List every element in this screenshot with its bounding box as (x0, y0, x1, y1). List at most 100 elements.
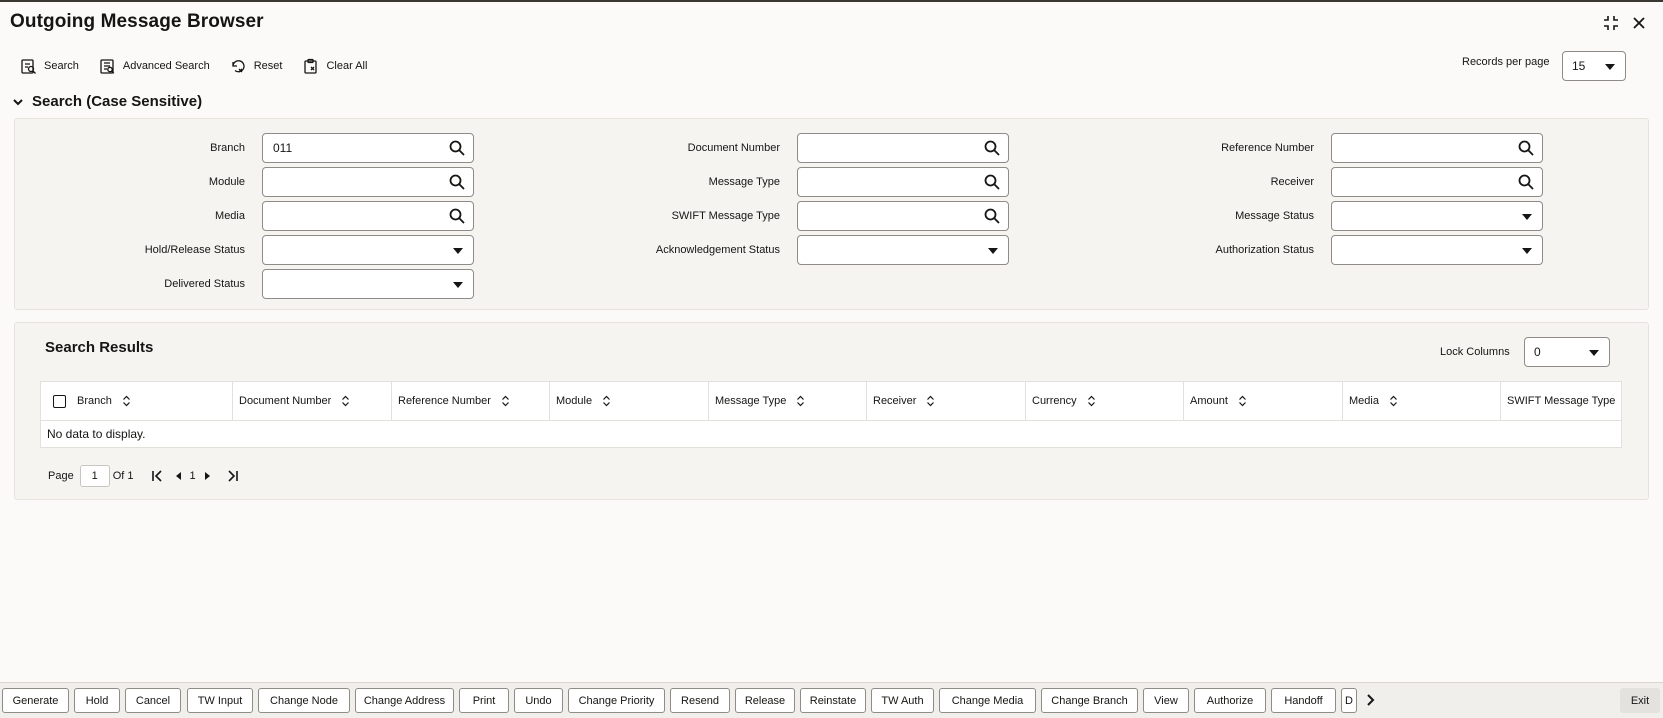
message-type-input[interactable] (797, 167, 1009, 197)
message-status-select[interactable] (1331, 201, 1543, 231)
acknowledgement-status-label: Acknowledgement Status (655, 244, 780, 256)
acknowledgement-status-select[interactable] (797, 235, 1009, 265)
results-empty-row: No data to display. (40, 421, 1622, 448)
release-button[interactable]: Release (735, 688, 795, 713)
swift-message-type-input[interactable] (797, 201, 1009, 231)
column-header-currency[interactable]: Currency (1026, 382, 1184, 420)
change-branch-button[interactable]: Change Branch (1041, 688, 1138, 713)
chevron-down-icon (1522, 214, 1532, 220)
column-header-label: Message Type (715, 395, 787, 407)
document-number-label: Document Number (687, 142, 780, 154)
chevron-right-icon[interactable] (1362, 692, 1378, 708)
column-header-message-type[interactable]: Message Type (709, 382, 867, 420)
change-priority-button[interactable]: Change Priority (568, 688, 665, 713)
column-header-branch[interactable]: Branch (71, 382, 233, 420)
search-section-toggle[interactable]: Search (Case Sensitive) (12, 93, 202, 110)
resend-button[interactable]: Resend (670, 688, 730, 713)
search-icon[interactable] (1518, 174, 1534, 190)
hold-button[interactable]: Hold (74, 688, 120, 713)
lock-columns-select[interactable]: 0 (1524, 337, 1610, 367)
undo-button[interactable]: Undo (514, 688, 563, 713)
lock-columns-value: 0 (1534, 345, 1541, 359)
next-page-icon[interactable] (200, 469, 214, 483)
change-address-button[interactable]: Change Address (355, 688, 454, 713)
media-input[interactable] (262, 201, 474, 231)
records-per-page-select[interactable]: 15 (1562, 51, 1626, 81)
branch-label: Branch (210, 142, 245, 154)
clear-all-button[interactable]: Clear All (302, 58, 367, 75)
advanced-search-button-label: Advanced Search (122, 60, 210, 72)
pagination: Page 1 Of 1 1 (48, 465, 244, 487)
delivered-status-select[interactable] (262, 269, 474, 299)
view-button[interactable]: View (1143, 688, 1189, 713)
authorization-status-label: Authorization Status (1215, 244, 1314, 256)
handoff-button[interactable]: Handoff (1271, 688, 1336, 713)
column-header-amount[interactable]: Amount (1184, 382, 1343, 420)
authorize-button[interactable]: Authorize (1194, 688, 1266, 713)
column-header-receiver[interactable]: Receiver (867, 382, 1026, 420)
search-icon[interactable] (449, 174, 465, 190)
reference-number-input[interactable] (1331, 133, 1543, 163)
reset-button[interactable]: Reset (230, 58, 283, 75)
chevron-down-icon (13, 98, 23, 105)
column-header-document-number[interactable]: Document Number (233, 382, 392, 420)
chevron-down-icon (1589, 350, 1599, 356)
maximize-icon[interactable] (1600, 12, 1622, 34)
exit-button[interactable]: Exit (1620, 688, 1660, 713)
search-section-title: Search (Case Sensitive) (32, 93, 203, 110)
media-label: Media (215, 210, 245, 222)
column-header-label: Branch (77, 395, 112, 407)
delivered-status-label: Delivered Status (164, 278, 245, 290)
select-all-checkbox[interactable] (53, 394, 66, 408)
print-button[interactable]: Print (459, 688, 509, 713)
column-header-label: SWIFT Message Type (1507, 395, 1616, 407)
first-page-icon[interactable] (150, 469, 164, 483)
close-icon[interactable] (1628, 12, 1650, 34)
column-header-swift-message-type[interactable]: SWIFT Message Type (1501, 382, 1621, 420)
column-header-media[interactable]: Media (1343, 382, 1501, 420)
change-node-button[interactable]: Change Node (258, 688, 350, 713)
last-page-icon[interactable] (226, 469, 240, 483)
page-title: Outgoing Message Browser (10, 11, 264, 32)
generate-button[interactable]: Generate (2, 688, 69, 713)
search-icon[interactable] (984, 174, 1000, 190)
chevron-down-icon (453, 282, 463, 288)
column-header-label: Amount (1190, 395, 1228, 407)
column-header-label: Receiver (873, 395, 917, 407)
tw-auth-button[interactable]: TW Auth (871, 688, 934, 713)
module-input[interactable] (262, 167, 474, 197)
search-icon[interactable] (984, 140, 1000, 156)
reinstate-button[interactable]: Reinstate (800, 688, 866, 713)
sort-icon (797, 395, 805, 407)
advanced-search-button[interactable]: Advanced Search (99, 58, 210, 75)
change-media-button[interactable]: Change Media (939, 688, 1036, 713)
branch-input[interactable]: 011 (262, 133, 474, 163)
search-icon[interactable] (984, 208, 1000, 224)
truncated-action-button[interactable]: D (1341, 688, 1357, 713)
sort-icon (502, 395, 509, 407)
reset-button-label: Reset (253, 60, 283, 72)
message-type-label: Message Type (708, 176, 780, 188)
tw-input-button[interactable]: TW Input (187, 688, 253, 713)
receiver-input[interactable] (1331, 167, 1543, 197)
column-header-label: Media (1349, 395, 1379, 407)
sort-icon (342, 395, 350, 407)
document-number-input[interactable] (797, 133, 1009, 163)
branch-value: 011 (273, 141, 293, 155)
hold-release-status-select[interactable] (262, 235, 474, 265)
column-header-reference-number[interactable]: Reference Number (392, 382, 550, 420)
search-icon[interactable] (1518, 140, 1534, 156)
previous-page-icon[interactable] (172, 469, 186, 483)
cancel-button[interactable]: Cancel (125, 688, 181, 713)
authorization-status-select[interactable] (1331, 235, 1543, 265)
current-page: 1 (189, 470, 196, 482)
search-button[interactable]: Search (20, 58, 79, 75)
column-header-label: Currency (1032, 395, 1077, 407)
search-icon[interactable] (449, 208, 465, 224)
page-number-input[interactable]: 1 (79, 465, 110, 487)
results-title: Search Results (45, 339, 154, 356)
reset-icon (232, 59, 245, 72)
search-icon[interactable] (449, 140, 465, 156)
hold-release-status-label: Hold/Release Status (144, 244, 245, 256)
column-header-module[interactable]: Module (550, 382, 709, 420)
